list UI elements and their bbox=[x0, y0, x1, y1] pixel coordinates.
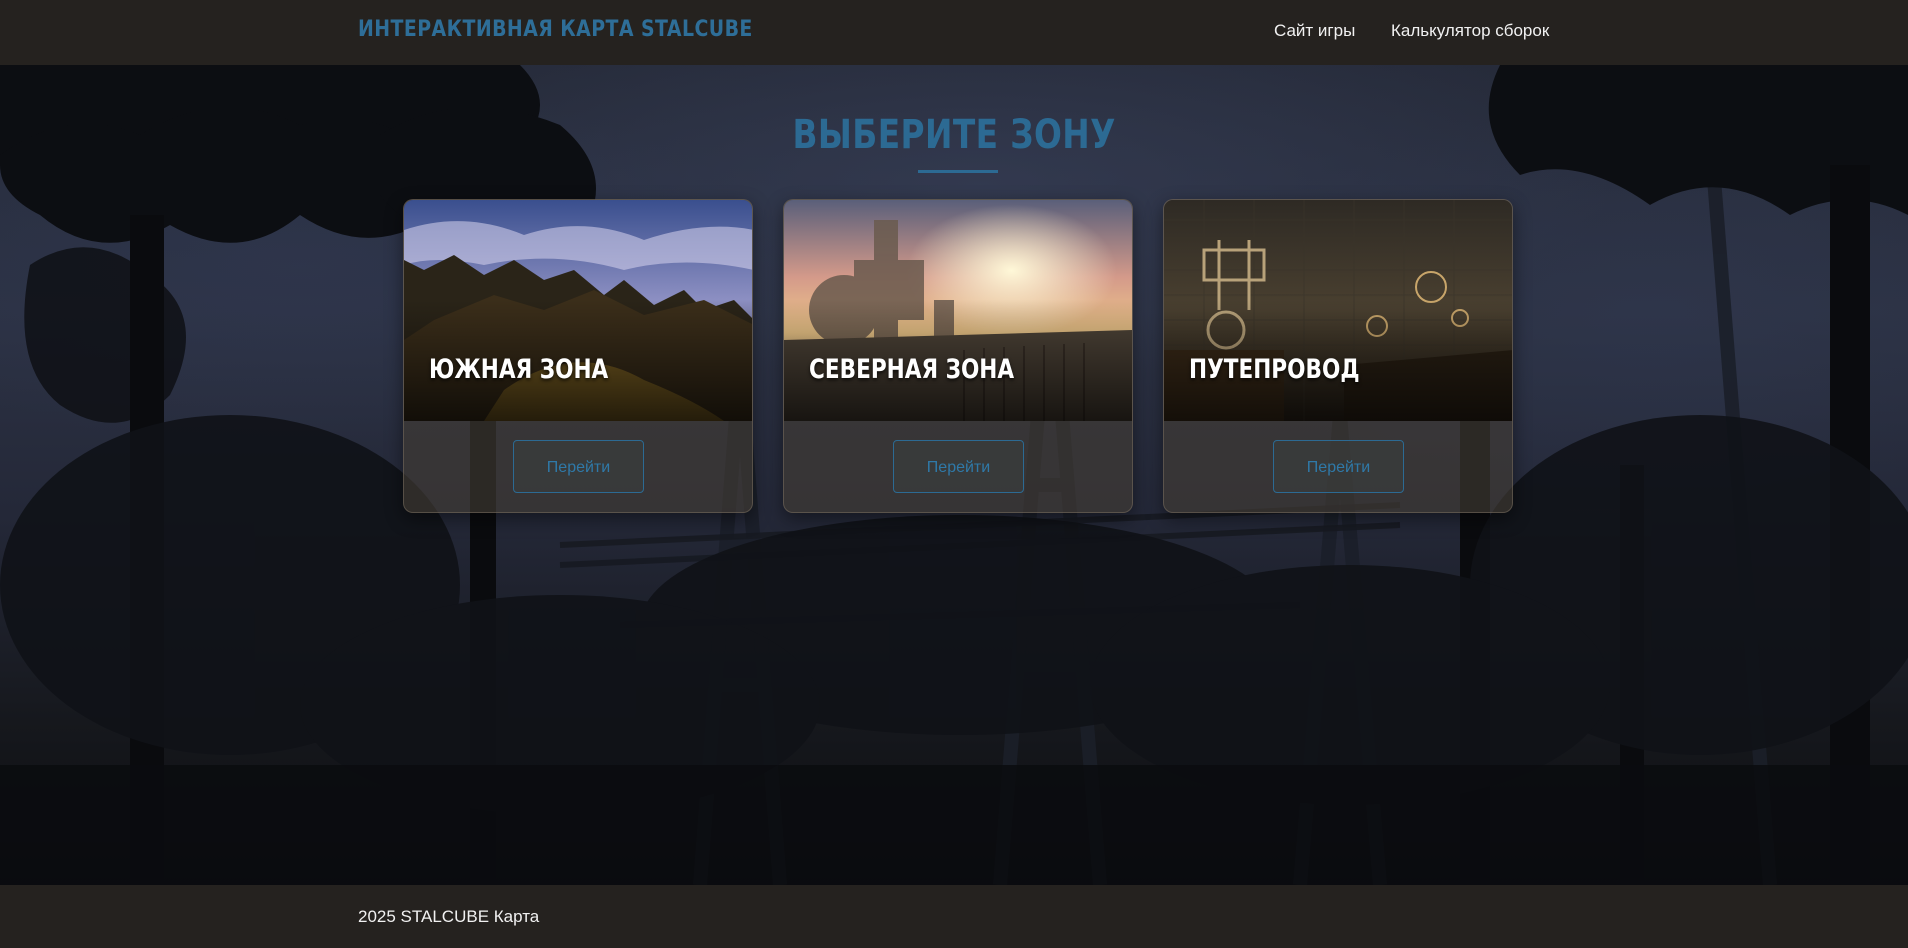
zone-title: ЮЖНАЯ ЗОНА bbox=[429, 354, 609, 385]
title-underline bbox=[918, 170, 998, 173]
zone-card-north: СЕВЕРНАЯ ЗОНА Перейти bbox=[783, 199, 1133, 513]
go-button-overpass[interactable]: Перейти bbox=[1273, 440, 1404, 493]
page-title: ВЫБЕРИТЕ ЗОНУ bbox=[792, 112, 1116, 158]
zone-image-south: ЮЖНАЯ ЗОНА bbox=[404, 200, 752, 421]
zone-title: СЕВЕРНАЯ ЗОНА bbox=[809, 354, 1015, 385]
footer: 2025 STALCUBE Карта bbox=[0, 885, 1908, 948]
top-bar: ИНТЕРАКТИВНАЯ КАРТА STALCUBE Сайт игры К… bbox=[0, 0, 1908, 65]
site-title[interactable]: ИНТЕРАКТИВНАЯ КАРТА STALCUBE bbox=[358, 17, 753, 42]
footer-copyright: 2025 STALCUBE Карта bbox=[358, 907, 540, 926]
zone-title: ПУТЕПРОВОД bbox=[1189, 354, 1360, 385]
nav-link-build-calculator[interactable]: Калькулятор сборок bbox=[1391, 21, 1549, 41]
zone-card-south: ЮЖНАЯ ЗОНА Перейти bbox=[403, 199, 753, 513]
zone-image-overpass: ПУТЕПРОВОД bbox=[1164, 200, 1512, 421]
zone-card-overpass: ПУТЕПРОВОД Перейти bbox=[1163, 199, 1513, 513]
go-button-north[interactable]: Перейти bbox=[893, 440, 1024, 493]
go-button-south[interactable]: Перейти bbox=[513, 440, 644, 493]
zone-image-north: СЕВЕРНАЯ ЗОНА bbox=[784, 200, 1132, 421]
nav-link-game-site[interactable]: Сайт игры bbox=[1274, 21, 1355, 41]
